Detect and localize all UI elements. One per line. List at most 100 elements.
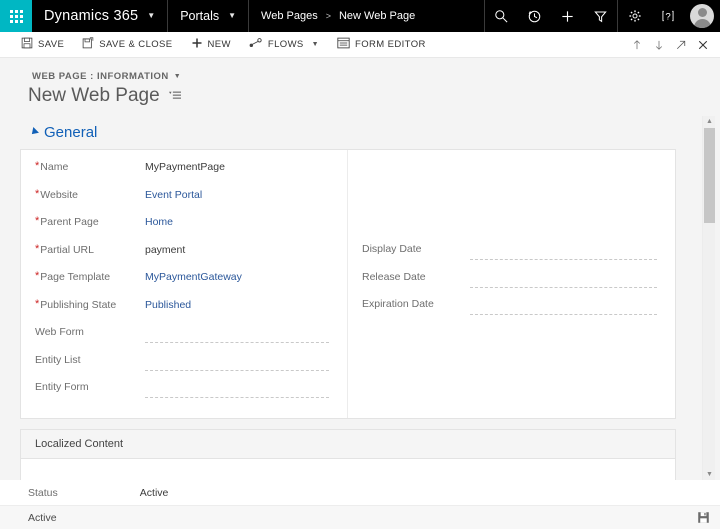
field-label: *Website: [35, 187, 79, 201]
help-icon[interactable]: ?: [651, 0, 684, 32]
chevron-down-icon: ▼: [147, 11, 156, 20]
scroll-down-arrow-icon[interactable]: ▼: [703, 469, 716, 480]
field-label: Web Form: [35, 326, 84, 338]
field-label: *Partial URL: [35, 242, 94, 256]
form-footer: Active: [0, 505, 720, 529]
chevron-down-icon: ▼: [173, 73, 182, 80]
flows-button[interactable]: FLOWS ▼: [240, 32, 328, 58]
scroll-up-arrow-icon[interactable]: ▲: [703, 116, 716, 127]
field-value-expiration-date[interactable]: [470, 302, 657, 315]
field-label: Release Date: [362, 270, 426, 283]
brand-menu[interactable]: Dynamics 365 ▼: [32, 0, 169, 32]
field-label: *Parent Page: [35, 215, 99, 229]
new-button-label: NEW: [207, 39, 231, 50]
save-button-label: SAVE: [38, 39, 65, 50]
subgrid-toolbar: [21, 458, 675, 480]
field-web-form: Web Form: [35, 323, 333, 351]
section-header-general[interactable]: General: [29, 124, 696, 141]
flows-button-label: FLOWS: [267, 39, 304, 50]
close-icon[interactable]: [692, 32, 714, 58]
field-label: Entity Form: [35, 381, 89, 393]
field-label: *Page Template: [35, 270, 111, 284]
save-and-close-button[interactable]: SAVE & CLOSE: [73, 32, 181, 58]
previous-record-icon[interactable]: [626, 32, 648, 58]
required-indicator-icon: *: [35, 215, 40, 227]
save-button[interactable]: SAVE: [12, 32, 73, 58]
field-value-page-template[interactable]: MyPaymentGateway: [145, 268, 333, 283]
waffle-icon: [9, 9, 23, 23]
breadcrumb-parent-link[interactable]: Web Pages: [261, 10, 318, 22]
next-record-icon[interactable]: [648, 32, 670, 58]
flows-icon: [249, 37, 263, 52]
required-indicator-icon: *: [35, 187, 40, 200]
footer-save-icon[interactable]: [697, 511, 710, 524]
required-indicator-icon: *: [35, 160, 40, 172]
top-navigation-bar: Dynamics 365 ▼ Portals ▼ Web Pages > New…: [0, 0, 720, 32]
field-entity-list: Entity List: [35, 351, 333, 379]
localized-content-subgrid: Localized Content Name↑ Website Portal L…: [20, 428, 676, 480]
form-selector-dropdown[interactable]: WEB PAGE : INFORMATION ▼: [28, 69, 185, 84]
settings-gear-icon[interactable]: [618, 0, 651, 32]
quick-create-icon[interactable]: [551, 0, 584, 32]
brand-label: Dynamics 365: [44, 8, 139, 24]
field-value-entity-form[interactable]: [145, 385, 329, 398]
app-launcher-button[interactable]: [0, 0, 32, 32]
field-value-name[interactable]: MyPaymentPage: [145, 158, 333, 173]
field-value-website[interactable]: Event Portal: [145, 186, 333, 201]
history-icon[interactable]: [518, 0, 551, 32]
chevron-down-icon: ▼: [311, 41, 320, 48]
form-editor-button-label: FORM EDITOR: [355, 39, 426, 50]
field-entity-form: Entity Form: [35, 378, 333, 406]
form-scroll-area: General *Name MyPaymentPage *Website Eve…: [20, 116, 696, 480]
app-menu[interactable]: Portals ▼: [168, 0, 250, 32]
form-vertical-scrollbar[interactable]: ▲ ▼: [702, 116, 715, 480]
field-website: *Website Event Portal: [35, 186, 333, 214]
breadcrumb-separator-icon: >: [325, 11, 331, 21]
required-indicator-icon: *: [35, 297, 40, 310]
field-value-parent-page[interactable]: Home: [145, 213, 333, 228]
field-value-partial-url[interactable]: payment: [145, 241, 333, 256]
command-bar-right-icons: [626, 32, 720, 58]
field-value-release-date[interactable]: [470, 275, 657, 288]
avatar[interactable]: [684, 0, 720, 32]
form-editor-button[interactable]: FORM EDITOR: [328, 32, 435, 58]
status-value[interactable]: Active: [140, 487, 169, 499]
record-set-icon[interactable]: [168, 90, 182, 102]
field-value-display-date[interactable]: [470, 247, 657, 260]
scrollbar-thumb[interactable]: [704, 128, 715, 223]
field-value-web-form[interactable]: [145, 330, 329, 343]
new-button[interactable]: NEW: [182, 32, 240, 58]
form-column-left: *Name MyPaymentPage *Website Event Porta…: [21, 150, 348, 418]
breadcrumb: Web Pages > New Web Page: [249, 0, 427, 32]
field-expiration-date: Expiration Date: [362, 295, 661, 323]
general-section-card: *Name MyPaymentPage *Website Event Porta…: [20, 149, 676, 419]
field-value-publishing-state[interactable]: Published: [145, 296, 333, 311]
nav-icon-group: [484, 0, 617, 32]
field-page-template: *Page Template MyPaymentGateway: [35, 268, 333, 296]
status-label: Status: [28, 486, 58, 499]
plus-icon: [191, 37, 203, 52]
required-indicator-icon: *: [35, 270, 40, 282]
form-selector-label: WEB PAGE : INFORMATION: [32, 71, 169, 82]
required-indicator-icon: *: [35, 242, 40, 255]
field-value-entity-list[interactable]: [145, 358, 329, 371]
nav-settings-group: ?: [617, 0, 720, 32]
save-icon: [21, 37, 33, 52]
search-icon[interactable]: [485, 0, 518, 32]
form-body: General *Name MyPaymentPage *Website Eve…: [0, 106, 720, 480]
advanced-find-icon[interactable]: [584, 0, 617, 32]
svg-text:?: ?: [665, 12, 670, 23]
page-title: New Web Page: [28, 85, 160, 106]
popout-icon[interactable]: [670, 32, 692, 58]
field-label: Display Date: [362, 243, 422, 255]
app-label: Portals: [180, 9, 220, 23]
status-field-row: Status Active: [0, 480, 720, 505]
field-name: *Name MyPaymentPage: [35, 158, 333, 186]
right-column-spacer: [362, 158, 661, 240]
subgrid-title: Localized Content: [21, 429, 675, 459]
save-and-close-button-label: SAVE & CLOSE: [99, 39, 173, 50]
field-partial-url: *Partial URL payment: [35, 241, 333, 269]
save-close-icon: [82, 37, 94, 52]
chevron-down-icon: ▼: [228, 11, 237, 20]
